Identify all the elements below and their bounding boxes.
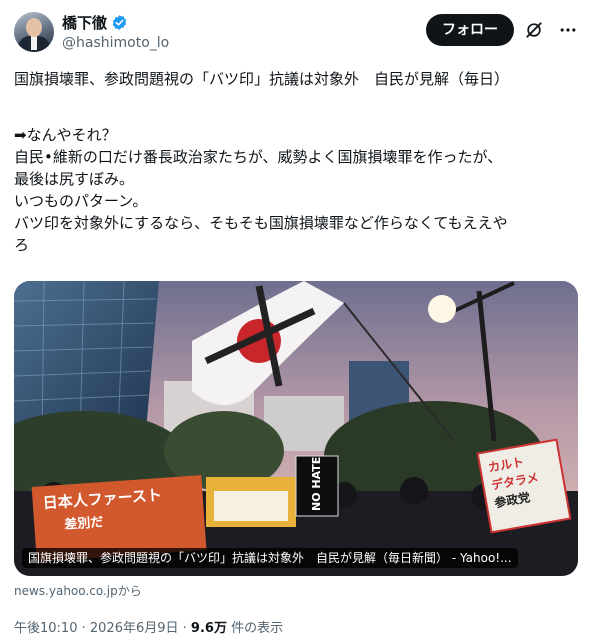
tweet-line: 国旗損壊罪、参政問題視の「バツ印」抗議は対象外 自民が見解（毎日） [14,70,510,88]
grok-icon[interactable] [524,20,544,40]
left-banner-sub-text: 差別だ [64,514,104,533]
news-photo: 日本人ファースト 差別だ NO HATE カルト デタラメ 参政党 [14,281,578,576]
tweet-date[interactable]: 2026年6月9日 [90,621,179,636]
views-count: 9.6万 [190,621,227,636]
views-label: 件の表示 [226,621,284,636]
link-preview-card[interactable]: 日本人ファースト 差別だ NO HATE カルト デタラメ 参政党 国旗損壊罪、… [14,281,578,576]
card-title: 国旗損壊罪、参政問題視の「バツ印」抗議は対象外 自民が見解（毎日新聞） - Ya… [22,548,518,568]
tweet-line: 最後は尻すぼみ。 [14,170,135,188]
tweet-line: ➡なんやそれ？ [14,126,117,144]
card-domain[interactable]: news.yahoo.co.jpから [14,582,142,599]
author-handle[interactable]: @hashimoto_lo [62,35,169,51]
tweet-text: 国旗損壊罪、参政問題視の「バツ印」抗議は対象外 自民が見解（毎日） ➡なんやそれ… [14,68,580,256]
tweet-line: ろ [14,236,30,254]
author-info: 橋下徹 @hashimoto_lo [62,12,169,52]
tweet-line: 自民•維新の口だけ番長政治家たちが、威勢よく国旗損壊罪を作ったが、 [14,148,503,166]
more-options-icon[interactable] [558,20,578,40]
meta-separator: · [178,621,191,636]
tweet-line: バツ印を対象外にするなら、そもそも国旗損壊罪など作らなくてもええや [14,214,508,232]
tweet-line: いつものパターン。 [14,192,148,210]
avatar[interactable] [14,12,54,52]
verified-badge-icon [112,14,127,30]
tweet-time[interactable]: 午後10:10 [14,621,77,636]
meta-separator: · [77,621,90,636]
author-display-name[interactable]: 橋下徹 [62,12,107,33]
follow-button[interactable]: フォロー [426,14,514,46]
tweet-header: 橋下徹 @hashimoto_lo フォロー [14,12,578,56]
tweet-meta: 午後10:10 · 2026年6月9日 · 9.6万 件の表示 [14,617,283,636]
black-sign-text: NO HATE [310,457,323,511]
